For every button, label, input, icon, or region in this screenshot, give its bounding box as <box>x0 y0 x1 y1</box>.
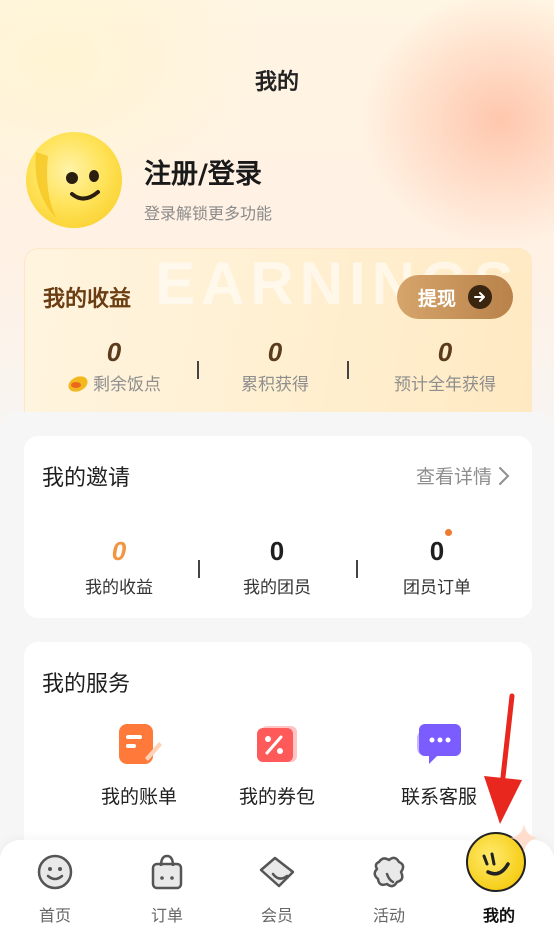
stat-value: 0 <box>106 337 122 367</box>
invitation-title: 我的邀请 <box>42 466 131 491</box>
ticket-icon <box>257 852 297 892</box>
page-title: 我的 <box>254 70 299 95</box>
withdraw-button[interactable]: 提现 <box>397 275 513 319</box>
stat-annual-estimate: 0 预计全年获得 <box>365 337 525 395</box>
service-coupon[interactable]: 我的券包 <box>202 720 352 809</box>
stat-value: 0 <box>429 536 445 566</box>
stat-label: 我的收益 <box>85 578 153 598</box>
cloud-icon <box>369 852 409 892</box>
invite-stat-earnings[interactable]: 0 我的收益 <box>54 536 184 598</box>
stat-label: 团员订单 <box>403 578 471 598</box>
invitation-card: 我的邀请 查看详情 0 我的收益 0 我的团员 0 团员订单 <box>24 436 532 618</box>
services-title: 我的服务 <box>42 672 131 697</box>
view-details-link[interactable]: 查看详情 <box>416 462 510 489</box>
chat-icon <box>415 720 463 768</box>
stat-accumulated: 0 累积获得 <box>209 337 341 395</box>
avatar[interactable] <box>26 132 122 228</box>
tab-label: 首页 <box>38 906 71 925</box>
stat-label: 预计全年获得 <box>394 375 496 395</box>
stat-label: 我的团员 <box>243 578 311 598</box>
coupon-icon <box>253 720 301 768</box>
bill-icon <box>115 720 163 768</box>
invite-stat-members[interactable]: 0 我的团员 <box>212 536 342 598</box>
tab-label: 订单 <box>150 906 183 925</box>
bean-icon <box>68 375 88 392</box>
stat-remaining-points: 0 剩余饭点 <box>45 337 183 395</box>
divider <box>347 361 349 379</box>
stat-value: 0 <box>267 337 283 367</box>
withdraw-label: 提现 <box>417 287 456 310</box>
divider <box>356 560 358 578</box>
red-arrow-annotation <box>484 693 522 824</box>
service-bill[interactable]: 我的账单 <box>64 720 214 809</box>
earnings-title: 我的收益 <box>43 287 132 312</box>
stat-label: 剩余饭点 <box>93 375 161 395</box>
login-subtitle: 登录解锁更多功能 <box>144 204 273 223</box>
stat-label: 累积获得 <box>241 375 309 395</box>
stat-value: 0 <box>269 536 285 566</box>
tab-activities[interactable]: 活动 <box>344 852 434 926</box>
chevron-right-icon <box>499 466 510 485</box>
stat-value: 0 <box>111 536 127 566</box>
tab-label: 活动 <box>372 906 405 925</box>
tab-orders[interactable]: 订单 <box>122 852 212 926</box>
notification-dot <box>445 529 452 536</box>
bag-icon <box>147 852 187 892</box>
tab-home[interactable]: 首页 <box>10 852 100 926</box>
service-label: 我的账单 <box>100 786 177 808</box>
login-title[interactable]: 注册/登录 <box>144 152 262 191</box>
tab-label: 我的 <box>482 906 515 925</box>
smiley-avatar-icon <box>35 152 100 218</box>
divider <box>198 560 200 578</box>
tab-label: 会员 <box>260 906 293 925</box>
stat-value: 0 <box>437 337 453 367</box>
invite-stat-orders[interactable]: 0 团员订单 <box>372 536 502 598</box>
tab-membership[interactable]: 会员 <box>232 852 322 926</box>
services-card: 我的服务 我的账单 我的券包 联系客服 <box>24 642 532 872</box>
smiley-icon <box>35 852 75 892</box>
service-label: 我的券包 <box>238 786 315 808</box>
view-details-label: 查看详情 <box>415 466 492 488</box>
arrow-right-icon <box>468 285 492 309</box>
earnings-card: EARNINGS 我的收益 提现 0 剩余饭点 0 累积获得 0 预计全年获得 <box>24 248 532 428</box>
divider <box>197 361 199 379</box>
